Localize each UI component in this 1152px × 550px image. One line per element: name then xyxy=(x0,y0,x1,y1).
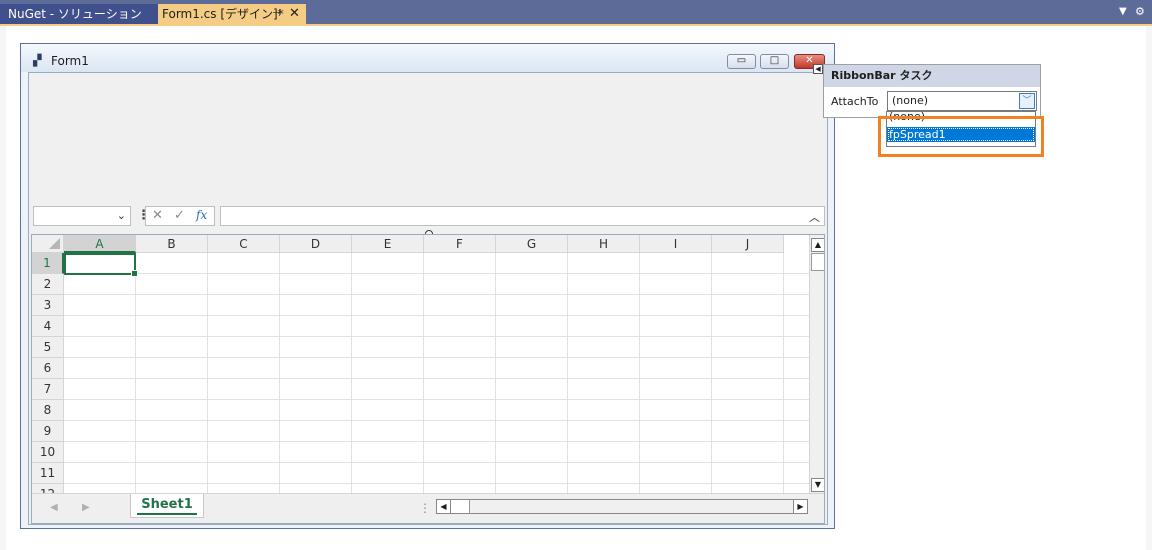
close-icon[interactable]: ✕ xyxy=(289,4,300,24)
document-tab-bar: NuGet - ソリューション Form1.cs [デザイン]* ⊣ ✕ ▼ ⚙ xyxy=(0,0,1152,26)
attachto-value: (none) xyxy=(892,94,929,107)
column-header[interactable]: J xyxy=(712,235,784,253)
attachto-label: AttachTo xyxy=(831,95,879,108)
accept-icon[interactable]: ✓ xyxy=(174,208,185,223)
formula-input[interactable]: ︿ xyxy=(220,206,825,226)
attachto-combobox[interactable]: (none) ﹀ xyxy=(887,91,1037,111)
row-header[interactable]: 6 xyxy=(32,358,64,379)
prev-sheet-icon[interactable]: ◀ xyxy=(50,502,58,513)
row-header[interactable]: 2 xyxy=(32,274,64,295)
chevron-down-icon[interactable]: ⌄ xyxy=(117,209,126,222)
form-icon: ▞ xyxy=(33,54,42,67)
scroll-down-icon[interactable]: ▼ xyxy=(811,478,824,492)
column-header[interactable]: H xyxy=(568,235,640,253)
next-sheet-icon[interactable]: ▶ xyxy=(82,502,90,513)
column-header[interactable]: A xyxy=(64,235,136,253)
tab-label: Form1.cs [デザイン]* xyxy=(162,7,284,21)
tab-nuget-solution[interactable]: NuGet - ソリューション xyxy=(0,4,158,24)
active-cell[interactable] xyxy=(64,253,138,277)
form-window[interactable]: ▞ Form1 ▭ □ ✕ ⌄ ⋮ ✕ ✓ fx ︿ A B C D E F G… xyxy=(20,43,835,529)
form-title: Form1 xyxy=(51,54,89,68)
tab-label: NuGet - ソリューション xyxy=(8,7,142,21)
column-header[interactable]: B xyxy=(136,235,208,253)
row-header[interactable]: 8 xyxy=(32,400,64,421)
scroll-thumb[interactable] xyxy=(811,253,824,271)
row-header[interactable]: 11 xyxy=(32,463,64,484)
name-box[interactable]: ⌄ xyxy=(33,206,131,226)
chevron-down-icon[interactable]: ▼ xyxy=(1119,6,1127,17)
formula-buttons: ✕ ✓ fx xyxy=(145,206,215,226)
scroll-thumb[interactable] xyxy=(451,500,470,513)
spreadsheet-control[interactable]: A B C D E F G H I J 1 2 3 4 5 6 7 8 9 10… xyxy=(31,234,825,524)
form-client-area: ⌄ ⋮ ✕ ✓ fx ︿ A B C D E F G H I J 1 2 3 4… xyxy=(28,72,828,525)
column-header[interactable]: E xyxy=(352,235,424,253)
row-header[interactable]: 9 xyxy=(32,421,64,442)
row-header[interactable]: 10 xyxy=(32,442,64,463)
scroll-right-icon[interactable]: ▶ xyxy=(793,500,807,513)
smart-tag-icon[interactable]: ◀ xyxy=(813,64,823,74)
pin-icon[interactable]: ⊣ xyxy=(272,4,281,24)
cancel-icon[interactable]: ✕ xyxy=(152,208,163,223)
cell-grid[interactable] xyxy=(64,253,824,523)
minimize-button[interactable]: ▭ xyxy=(727,54,756,69)
row-header[interactable]: 1 xyxy=(32,253,64,274)
column-header[interactable]: G xyxy=(496,235,568,253)
sheet-tab[interactable]: Sheet1 xyxy=(130,494,204,518)
row-header[interactable]: 5 xyxy=(32,337,64,358)
tab-splitter-icon[interactable]: ⋮ xyxy=(419,501,431,515)
ribbonbar-tasks-panel: RibbonBar タスク AttachTo (none) ﹀ xyxy=(823,64,1041,118)
column-header[interactable]: C xyxy=(208,235,280,253)
gear-icon[interactable]: ⚙ xyxy=(1135,5,1145,18)
column-header[interactable]: D xyxy=(280,235,352,253)
chevron-down-icon[interactable]: ﹀ xyxy=(1019,93,1035,109)
vertical-scrollbar[interactable]: ▲ ▼ xyxy=(809,235,824,493)
column-header[interactable]: I xyxy=(640,235,712,253)
row-header[interactable]: 4 xyxy=(32,316,64,337)
row-headers: 1 2 3 4 5 6 7 8 9 10 11 12 xyxy=(32,253,64,505)
maximize-button[interactable]: □ xyxy=(760,54,789,69)
column-headers: A B C D E F G H I J xyxy=(64,235,784,253)
scroll-up-icon[interactable]: ▲ xyxy=(811,238,824,252)
sheet-tab-strip: ◀ ▶ Sheet1 ⋮ ◀ ▶ xyxy=(32,493,824,523)
form-titlebar[interactable]: ▞ Form1 ▭ □ ✕ xyxy=(21,44,834,72)
highlight-box xyxy=(878,116,1044,157)
row-header[interactable]: 7 xyxy=(32,379,64,400)
fx-icon[interactable]: fx xyxy=(196,208,207,222)
select-all-corner[interactable] xyxy=(32,235,64,253)
row-header[interactable]: 3 xyxy=(32,295,64,316)
tasks-header: RibbonBar タスク xyxy=(824,65,1040,87)
scroll-left-icon[interactable]: ◀ xyxy=(437,500,451,513)
column-header[interactable]: F xyxy=(424,235,496,253)
horizontal-scrollbar[interactable]: ◀ ▶ xyxy=(436,499,808,514)
tab-form1-design[interactable]: Form1.cs [デザイン]* ⊣ ✕ xyxy=(158,4,306,24)
expand-caret-icon[interactable]: ︿ xyxy=(809,209,820,225)
